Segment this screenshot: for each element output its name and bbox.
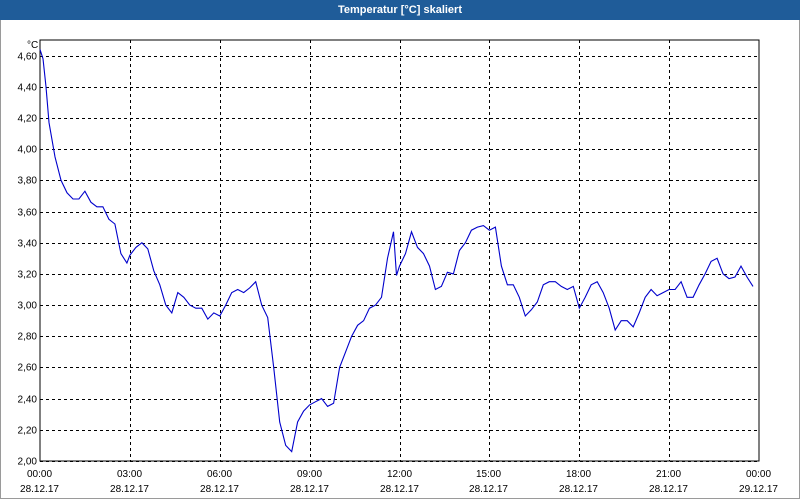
x-tick-date: 28.12.17: [110, 484, 149, 495]
x-tick-time: 03:00: [117, 469, 142, 480]
x-tick-time: 06:00: [207, 469, 232, 480]
x-tick-time: 12:00: [387, 469, 412, 480]
y-tick-label: 2,60: [18, 363, 38, 374]
y-tick-label: 3,80: [18, 176, 38, 187]
y-tick-label: 3,00: [18, 301, 38, 312]
x-tick-date: 28.12.17: [559, 484, 598, 495]
x-tick-date: 28.12.17: [469, 484, 508, 495]
y-tick-label: 4,00: [18, 145, 38, 156]
y-tick-label: 3,60: [18, 208, 38, 219]
x-tick-time: 09:00: [297, 469, 322, 480]
x-tick-date: 28.12.17: [200, 484, 239, 495]
x-tick-time: 18:00: [566, 469, 591, 480]
y-tick-label: 3,40: [18, 239, 38, 250]
x-tick-date: 28.12.17: [20, 484, 59, 495]
y-tick-label: 3,20: [18, 270, 38, 281]
y-tick-label: 4,40: [18, 83, 38, 94]
x-tick-date: 29.12.17: [739, 484, 778, 495]
y-tick-label: 4,20: [18, 114, 38, 125]
temperature-series-line: [39, 49, 754, 453]
y-tick-label: 2,80: [18, 332, 38, 343]
y-axis-unit: °C: [27, 40, 38, 51]
y-tick-label: 2,40: [18, 395, 38, 406]
x-tick-time: 00:00: [27, 469, 52, 480]
temperature-chart: °C 2,00 2,20 2,40 2,60 2,80 3,00 3,20 3,40 3,60 3…: [18, 39, 778, 495]
x-tick-date: 28.12.17: [290, 484, 329, 495]
x-tick-time: 15:00: [476, 469, 501, 480]
y-tick-label: 2,00: [18, 457, 38, 468]
y-tick-label: 2,20: [18, 426, 38, 437]
x-tick-time: 00:00: [746, 469, 771, 480]
y-tick-label: 4,60: [18, 52, 38, 63]
x-tick-time: 21:00: [656, 469, 681, 480]
x-tick-date: 28.12.17: [649, 484, 688, 495]
x-tick-date: 28.12.17: [380, 484, 419, 495]
